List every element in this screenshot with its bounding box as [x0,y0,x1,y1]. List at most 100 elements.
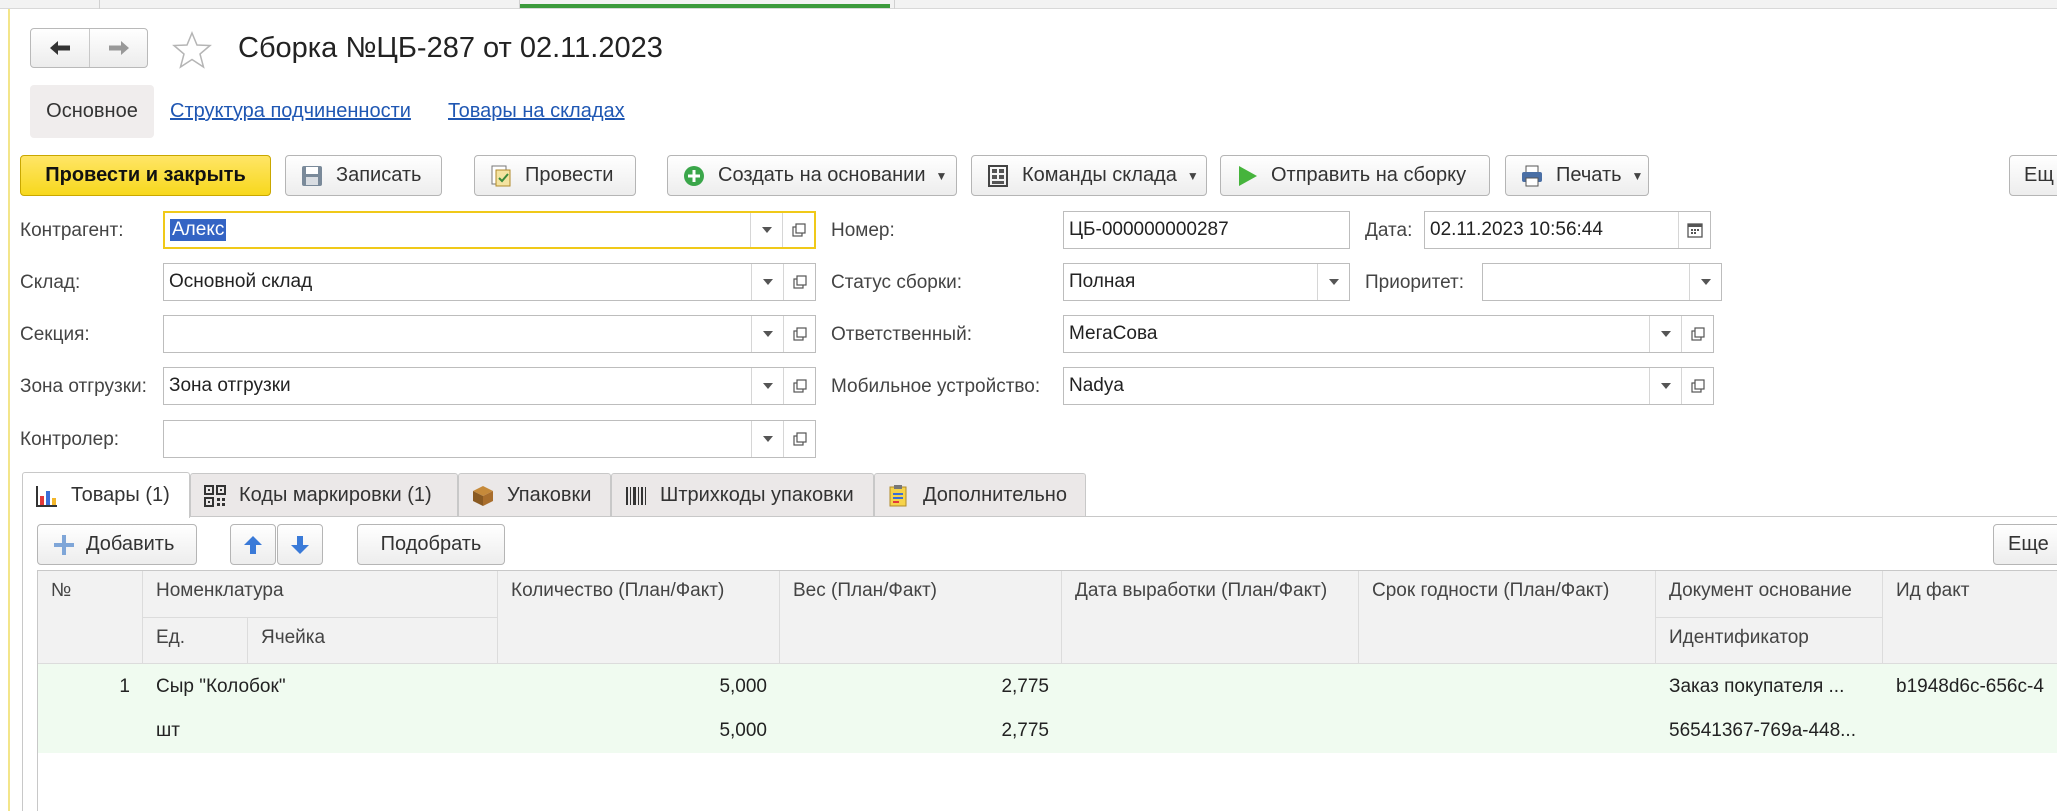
forward-button[interactable] [89,29,147,67]
controller-field[interactable] [163,420,816,458]
dropdown-button[interactable] [750,213,782,247]
open-button[interactable] [783,368,815,404]
add-row-button[interactable]: Добавить [37,524,197,565]
table-row-identifier[interactable]: 56541367-769a-448... [1656,709,1883,753]
back-button[interactable] [31,29,89,67]
contractor-value: Алекс [170,219,227,241]
mobile-device-label: Мобильное устройство: [831,376,1041,397]
table-row-production-date[interactable] [1062,664,1359,753]
table-row-id-fact-empty[interactable] [1883,709,2057,753]
chevron-down-icon [762,331,773,337]
create-based-on-button[interactable]: Создать на основании ▼ [667,155,957,196]
col-header-identifier[interactable]: Идентификатор [1656,618,1883,664]
col-header-quantity[interactable]: Количество (План/Факт) [498,571,780,664]
assembly-status-field[interactable]: Полная [1063,263,1350,301]
warehouse-commands-button[interactable]: Команды склада ▼ [971,155,1207,196]
move-down-button[interactable] [277,524,323,565]
col-header-doc-basis[interactable]: Документ основание [1656,571,1883,618]
dropdown-button[interactable] [751,316,783,352]
section-structure-link[interactable]: Структура подчиненности [170,100,411,123]
warehouse-value: Основной склад [169,271,313,292]
chevron-down-icon [1660,383,1671,389]
tab-packages[interactable]: Упаковки [458,473,611,517]
tab-marking-codes[interactable]: Коды маркировки (1) [190,473,458,517]
tab-goods[interactable]: Товары (1) [22,472,190,518]
calendar-button[interactable] [1678,212,1710,248]
tab-package-barcodes[interactable]: Штрихкоды упаковки [611,473,874,517]
goods-table: № Номенклатура Ед. Ячейка Количество (Пл… [37,570,2057,811]
col-header-cell[interactable]: Ячейка [248,618,498,664]
dropdown-button[interactable] [1649,316,1681,352]
chevron-down-icon [762,279,773,285]
number-label: Номер: [831,220,895,241]
pick-button[interactable]: Подобрать [357,524,505,565]
dropdown-button[interactable] [751,421,783,457]
tab-additional[interactable]: Дополнительно [874,473,1086,517]
save-button[interactable]: Записать [285,155,442,196]
col-header-unit[interactable]: Ед. [143,618,248,664]
table-row-weight-fact[interactable]: 2,775 [780,709,1062,753]
chevron-down-icon: ▼ [935,168,948,183]
table-row-nomenclature[interactable]: Сыр "Колобок" [143,664,498,709]
section-label: Секция: [20,324,90,345]
chevron-down-icon [761,227,772,233]
warehouse-field[interactable]: Основной склад [163,263,816,301]
arrow-down-icon [291,535,309,554]
contractor-field[interactable]: Алекс [163,211,816,249]
open-window-icon [792,379,807,393]
table-row-unit[interactable]: шт [143,709,498,753]
assembly-status-label: Статус сборки: [831,272,963,293]
post-and-close-button[interactable]: Провести и закрыть [20,155,271,196]
dropdown-button[interactable] [1649,368,1681,404]
table-row-expiry[interactable] [1359,664,1656,753]
window-tab-strip [0,0,2057,9]
clipboard-icon [889,484,907,506]
move-up-button[interactable] [230,524,276,565]
table-row-weight-plan[interactable]: 2,775 [780,664,1062,709]
col-header-expiry[interactable]: Срок годности (План/Факт) [1359,571,1656,664]
col-header-production-date[interactable]: Дата выработки (План/Факт) [1062,571,1359,664]
post-button[interactable]: Провести [474,155,636,196]
more-actions-button[interactable]: Ещ [2009,155,2057,196]
table-row-id-fact[interactable]: b1948d6c-656c-4 [1883,664,2057,709]
section-stock-link[interactable]: Товары на складах [448,100,625,123]
open-button[interactable] [1681,368,1713,404]
dropdown-button[interactable] [1317,264,1349,300]
open-button[interactable] [783,264,815,300]
shipping-zone-field[interactable]: Зона отгрузки [163,367,816,405]
chevron-down-icon: ▼ [1631,168,1644,183]
section-field[interactable] [163,315,816,353]
table-row-num[interactable]: 1 [38,664,143,753]
post-and-close-label: Провести и закрыть [45,164,246,186]
warehouse-commands-label: Команды склада [1022,164,1177,186]
number-field[interactable]: ЦБ-000000000287 [1063,211,1350,249]
col-header-id-fact[interactable]: Ид факт [1883,571,2057,664]
table-more-button[interactable]: Еще [1993,524,2057,565]
open-button[interactable] [783,316,815,352]
mobile-device-value: Nadya [1069,375,1124,396]
play-icon [1239,165,1257,186]
mobile-device-field[interactable]: Nadya [1063,367,1714,405]
table-row-qty-plan[interactable]: 5,000 [498,664,780,709]
send-to-assembly-button[interactable]: Отправить на сборку [1220,155,1490,196]
dropdown-button[interactable] [751,368,783,404]
section-main[interactable]: Основное [30,85,154,138]
chevron-down-icon [1328,279,1339,285]
open-button[interactable] [783,421,815,457]
print-button[interactable]: Печать ▼ [1505,155,1649,196]
table-row-doc-basis[interactable]: Заказ покупателя ... [1656,664,1883,709]
priority-field[interactable] [1482,263,1722,301]
date-field[interactable]: 02.11.2023 10:56:44 [1424,211,1711,249]
table-row-qty-fact[interactable]: 5,000 [498,709,780,753]
history-nav [30,28,148,68]
dropdown-button[interactable] [751,264,783,300]
responsible-field[interactable]: МегаСова [1063,315,1714,353]
col-header-nomenclature[interactable]: Номенклатура [143,571,498,618]
col-header-num[interactable]: № [38,571,143,664]
open-button[interactable] [782,213,814,247]
open-button[interactable] [1681,316,1713,352]
col-header-weight[interactable]: Вес (План/Факт) [780,571,1062,664]
favorite-star-icon[interactable] [172,30,212,70]
assembly-status-value: Полная [1069,271,1136,292]
dropdown-button[interactable] [1689,264,1721,300]
